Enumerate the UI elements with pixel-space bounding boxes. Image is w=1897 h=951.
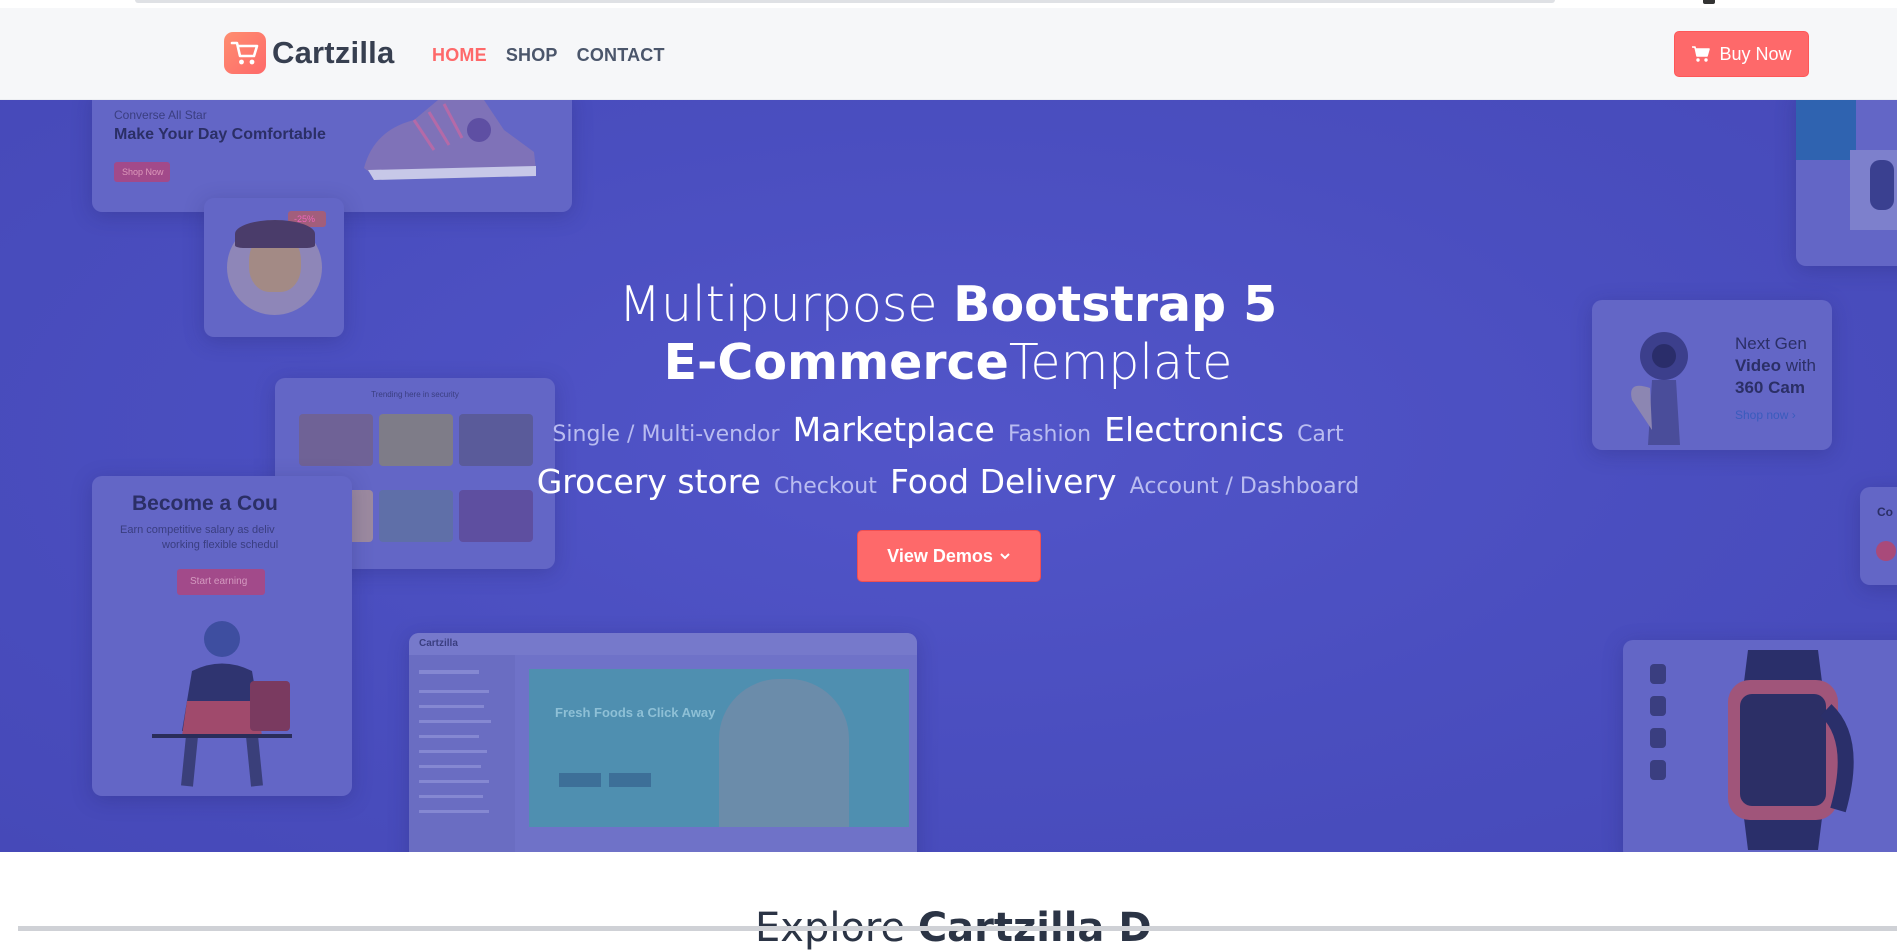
bg-card-watch	[1623, 640, 1897, 852]
converse-title: Make Your Day Comfortable	[114, 126, 326, 143]
view-demos-button[interactable]: View Demos	[857, 530, 1041, 582]
bg-card-converse: Converse All Star Make Your Day Comforta…	[92, 100, 572, 212]
cart-icon	[224, 32, 266, 74]
smartwatch-image	[1728, 650, 1854, 850]
view-demos-label: View Demos	[887, 545, 993, 566]
hero-title: Multipurpose Bootstrap 5 E-CommerceTempl…	[618, 276, 1278, 391]
courier-title: Become a Cou	[132, 492, 278, 515]
brand-logo[interactable]: Cartzilla	[224, 32, 394, 74]
browser-marker	[1703, 0, 1715, 4]
bg-card-camera: Next Gen Video with 360 Cam Shop now ›	[1592, 300, 1832, 450]
nav-contact[interactable]: CONTACT	[577, 45, 665, 66]
tag-electronics: Electronics	[1104, 410, 1284, 449]
tag-cart: Cart	[1297, 422, 1344, 447]
browser-scroll-track	[135, 0, 1555, 3]
buy-now-label: Buy Now	[1719, 43, 1792, 64]
tag-grocery-store: Grocery store	[536, 462, 761, 501]
cart-icon	[1692, 46, 1711, 62]
chevron-down-icon	[1000, 553, 1010, 560]
browser-top-strip	[0, 0, 1897, 8]
bg-card-avatar: -25%	[204, 198, 344, 337]
camera-image	[1631, 332, 1688, 445]
courier-start-button: Start earning	[177, 569, 265, 595]
brand-name: Cartzilla	[272, 35, 395, 70]
bg-card-courier: Become a Cou Earn competitive salary as …	[92, 476, 352, 796]
converse-kicker: Converse All Star	[114, 108, 207, 122]
bg-card-right-mid: Co	[1860, 487, 1897, 585]
tag-food-delivery: Food Delivery	[889, 462, 1117, 501]
site-header: Cartzilla HOME SHOP CONTACT Buy Now	[0, 8, 1897, 100]
buy-now-button[interactable]: Buy Now	[1674, 31, 1809, 77]
main-nav: HOME SHOP CONTACT	[432, 45, 665, 66]
bg-card-right-top	[1796, 100, 1897, 266]
nav-shop[interactable]: SHOP	[506, 45, 558, 66]
courier-image	[152, 621, 292, 787]
horizontal-scrollbar[interactable]	[18, 926, 1897, 931]
avatar	[227, 220, 322, 315]
hero-tags-line-1: Single / Multi-vendor Marketplace Fashio…	[448, 410, 1448, 449]
sneaker-image	[364, 100, 536, 180]
tag-fashion: Fashion	[1007, 422, 1092, 447]
tag-marketplace: Marketplace	[792, 410, 995, 449]
converse-shop-button: Shop Now	[114, 162, 170, 182]
hero-section: Converse All Star Make Your Day Comforta…	[0, 100, 1897, 852]
tag-account-dashboard: Account / Dashboard	[1129, 474, 1360, 499]
bg-card-grocery-demo: Cartzilla Fresh Foods a Click Away	[409, 633, 917, 852]
tag-checkout: Checkout	[773, 474, 877, 499]
tag-single-multi-vendor: Single / Multi-vendor	[552, 422, 780, 447]
hero-tags-line-2: Grocery store Checkout Food Delivery Acc…	[448, 462, 1448, 501]
nav-home[interactable]: HOME	[432, 45, 487, 66]
